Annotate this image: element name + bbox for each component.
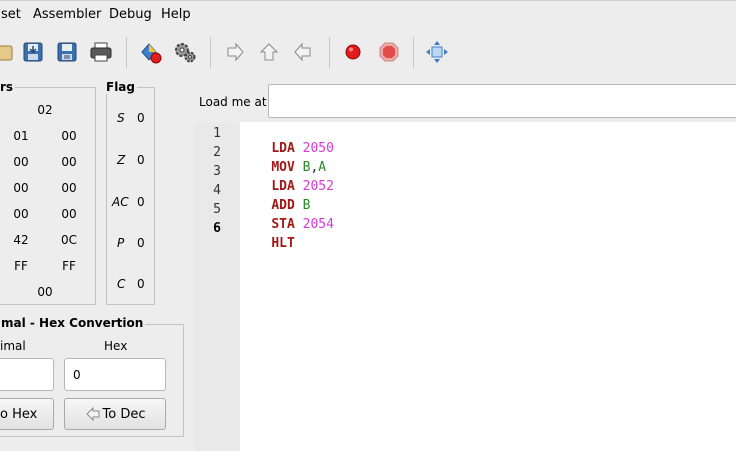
flag-value: 0	[137, 153, 145, 167]
menu-item-help[interactable]: Help	[161, 7, 191, 22]
register-value: 00	[61, 155, 77, 169]
decimal-input[interactable]	[0, 358, 54, 391]
to-dec-button[interactable]: To Dec	[64, 398, 166, 430]
toolbar-separator	[210, 37, 211, 69]
toolbar-separator	[413, 37, 414, 69]
to-dec-label: To Dec	[102, 406, 146, 422]
save-icon	[23, 42, 43, 62]
hex-label: Hex	[104, 339, 128, 353]
print-icon	[90, 42, 112, 62]
stop-icon	[379, 42, 399, 62]
assemble-icon	[141, 43, 162, 64]
center-button[interactable]	[422, 37, 452, 67]
toolbar-separator	[329, 37, 330, 69]
step-out-icon	[259, 43, 279, 61]
register-value: 00	[13, 207, 29, 221]
flag-name: P	[117, 236, 125, 250]
menu-bar: set Assembler Debug Help	[0, 0, 736, 30]
register-value: 0C	[60, 233, 77, 247]
center-icon	[426, 41, 448, 63]
assemble-button[interactable]	[136, 37, 166, 67]
print-button[interactable]	[86, 37, 116, 67]
operand: 2054	[302, 217, 334, 232]
code-editor[interactable]: LDA 2050 MOV B,A LDA 2052 ADD B STA 2054…	[240, 122, 736, 451]
register-value: 00	[61, 181, 77, 195]
register-value: 00	[13, 181, 29, 195]
flag-value: 0	[137, 236, 145, 250]
register-value: 00	[61, 129, 77, 143]
line-number: 1	[213, 126, 221, 141]
flag-value: 0	[137, 195, 145, 209]
step-into-button[interactable]	[220, 37, 250, 67]
toolbar-separator	[126, 37, 127, 69]
arrow-left-icon	[85, 407, 99, 421]
settings-icon	[175, 43, 196, 63]
step-out-button[interactable]	[254, 37, 284, 67]
register-value: FF	[62, 259, 76, 273]
line-number-gutter: 1 2 3 4 5 6	[195, 122, 239, 451]
register-value: 00	[37, 285, 53, 299]
flag-value: 0	[137, 111, 145, 125]
settings-button[interactable]	[170, 37, 200, 67]
register-value: 01	[13, 129, 29, 143]
register-value: 02	[37, 103, 53, 117]
hex-input[interactable]: 0	[64, 358, 166, 391]
flag-name: Z	[117, 153, 126, 167]
step-back-button[interactable]	[288, 37, 318, 67]
code-line: HLT	[240, 221, 294, 251]
to-hex-button[interactable]: o Hex	[0, 398, 54, 430]
line-number: 5	[213, 202, 221, 217]
code-line: ADD B	[240, 183, 310, 213]
open-icon	[0, 45, 13, 61]
code-line: LDA 2052	[240, 164, 334, 194]
code-line: MOV B,A	[240, 145, 326, 175]
breakpoint-button[interactable]	[338, 37, 368, 67]
flags-title: Flag	[104, 80, 137, 94]
save-button[interactable]	[18, 37, 48, 67]
line-number: 3	[213, 164, 221, 179]
menu-item-reset[interactable]: set	[1, 7, 21, 22]
flag-name: C	[117, 277, 126, 291]
save-as-icon	[57, 42, 77, 62]
open-button[interactable]	[0, 37, 18, 67]
register-value: 00	[13, 155, 29, 169]
register-value: 42	[13, 233, 29, 247]
toolbar	[0, 31, 736, 75]
registers-title: rs	[0, 80, 16, 94]
flag-name: AC	[112, 195, 129, 209]
line-number: 4	[213, 183, 221, 198]
to-hex-label: o Hex	[0, 406, 38, 422]
stop-button[interactable]	[374, 37, 404, 67]
flag-value: 0	[137, 277, 145, 291]
line-number-current: 6	[213, 221, 221, 236]
load-address-label: Load me at	[199, 95, 267, 109]
code-line: STA 2054	[240, 202, 334, 232]
step-back-icon	[294, 42, 311, 62]
line-number: 2	[213, 145, 221, 160]
breakpoint-icon	[345, 44, 361, 60]
code-line: LDA 2050	[240, 126, 334, 156]
decimal-label: imal	[0, 339, 26, 353]
flag-name: S	[117, 111, 125, 125]
menu-item-assembler[interactable]: Assembler	[33, 7, 101, 22]
register-value: 00	[61, 207, 77, 221]
load-address-input[interactable]	[268, 84, 736, 118]
converter-title: mal - Hex Convertion	[0, 316, 146, 330]
save-as-button[interactable]	[52, 37, 82, 67]
opcode: HLT	[271, 236, 295, 251]
menu-item-debug[interactable]: Debug	[109, 7, 152, 22]
step-into-icon	[227, 42, 244, 62]
register-value: FF	[14, 259, 28, 273]
